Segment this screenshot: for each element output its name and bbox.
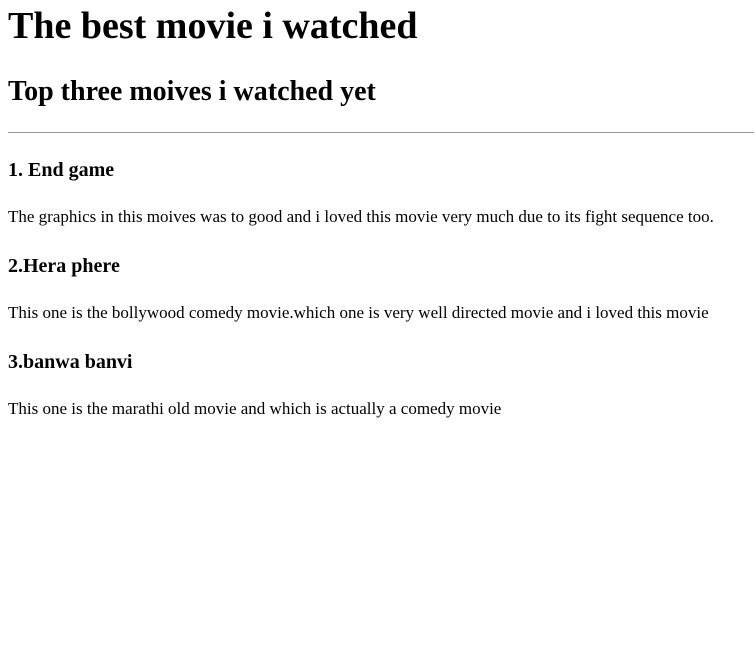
movie-description: This one is the marathi old movie and wh…: [8, 399, 502, 418]
movie-item-3: 3.banwa banvi This one is the marathi ol…: [8, 324, 755, 420]
page-subtitle: Top three moives i watched yet: [8, 76, 376, 107]
movie-heading: 1. End game: [8, 159, 115, 181]
movie-description: The graphics in this moives was to good …: [8, 207, 714, 226]
movie-heading: 2.Hera phere: [8, 255, 120, 277]
movie-item-2: 2.Hera phere This one is the bollywood c…: [8, 228, 755, 324]
movie-description: This one is the bollywood comedy movie.w…: [8, 303, 709, 322]
page-title: The best movie i watched: [8, 5, 418, 47]
page: The best movie i watched Top three moive…: [0, 0, 755, 649]
movie-heading: 3.banwa banvi: [8, 351, 133, 373]
movie-item-1: 1. End game The graphics in this moives …: [8, 133, 755, 228]
